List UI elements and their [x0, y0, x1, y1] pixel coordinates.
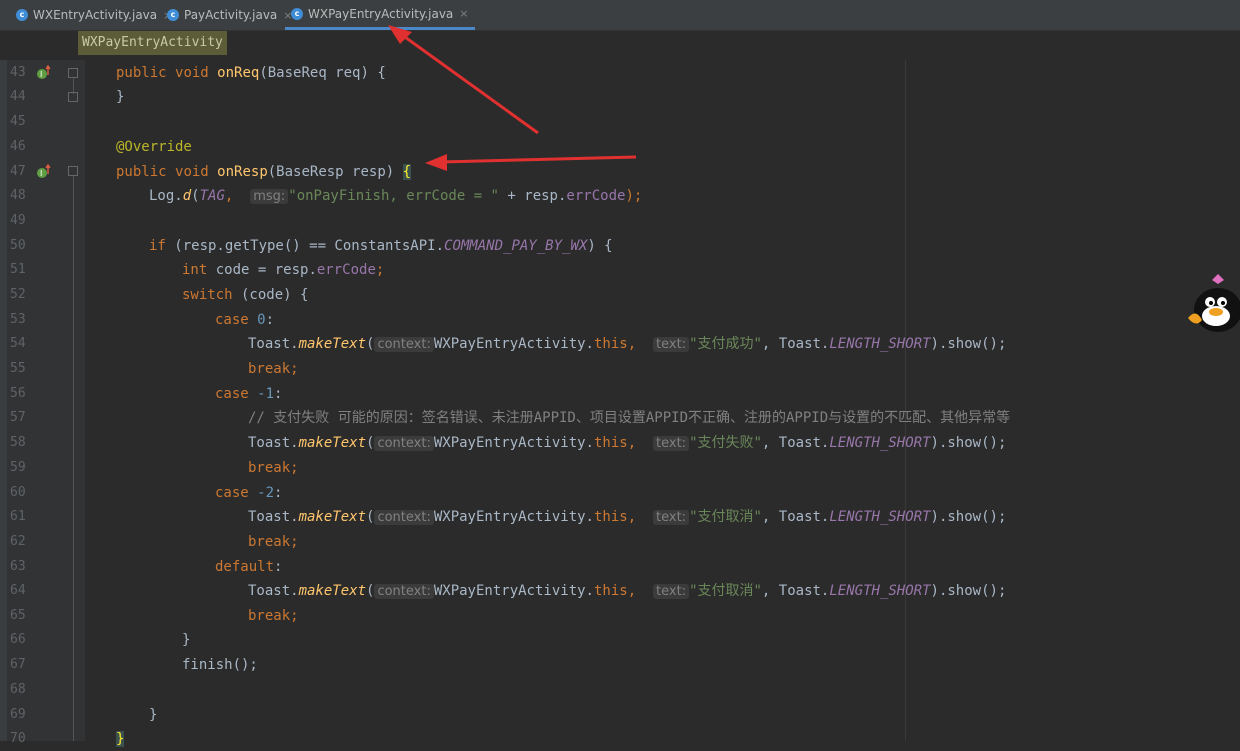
arrow-to-tab — [388, 25, 539, 135]
arrow-to-onresp — [425, 154, 637, 171]
penguin-mascot-icon — [1188, 274, 1240, 332]
annotation-arrows — [388, 25, 637, 171]
